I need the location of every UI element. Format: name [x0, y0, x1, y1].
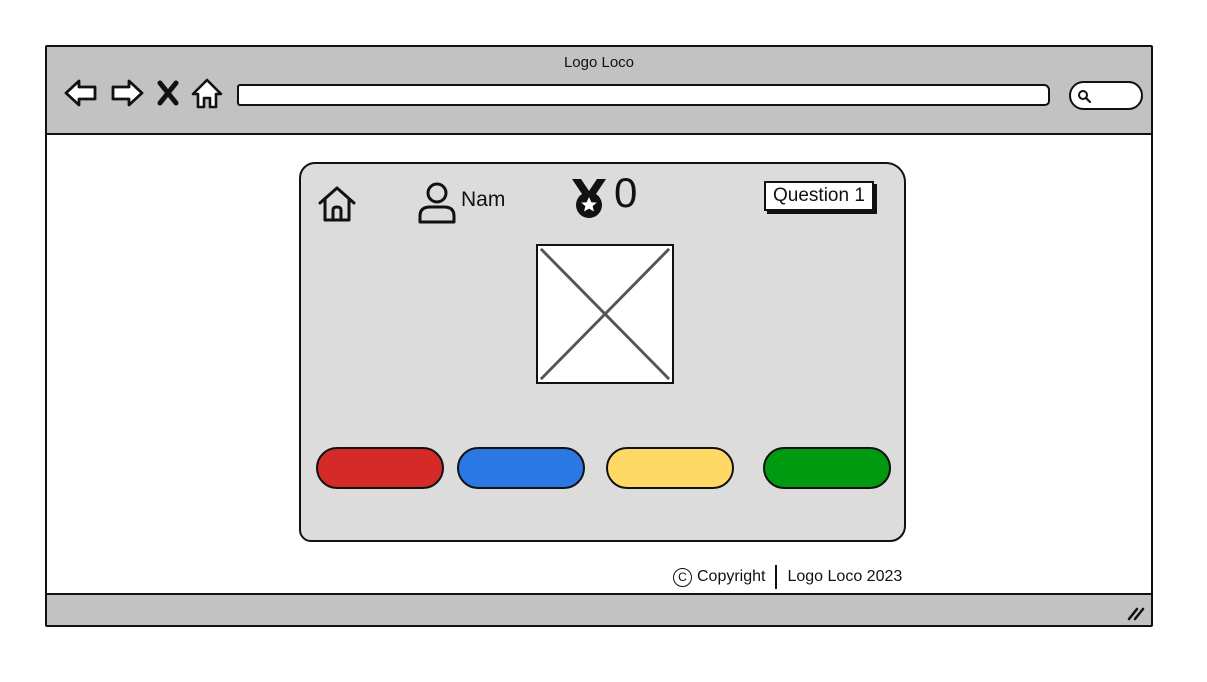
home-icon[interactable] [189, 75, 225, 111]
close-icon[interactable] [153, 75, 183, 111]
address-bar[interactable] [237, 84, 1050, 106]
search-icon [1078, 90, 1091, 103]
footer-divider [775, 565, 778, 589]
copyright-label: Copyright [697, 568, 766, 585]
quiz-card: Nam 0 Question 1 [299, 162, 906, 542]
answer-button-blue[interactable] [457, 447, 585, 489]
user-icon [418, 182, 456, 224]
answer-button-yellow[interactable] [606, 447, 734, 489]
browser-window: Logo Loco Nam 0 Question 1 C Copyright L… [45, 45, 1153, 627]
user-name: Nam [461, 188, 506, 211]
question-label: Question 1 [764, 181, 874, 211]
answer-button-green[interactable] [763, 447, 891, 489]
back-icon[interactable] [63, 75, 99, 111]
search-button[interactable] [1069, 81, 1143, 110]
copyright-icon: C [673, 567, 692, 587]
window-title: Logo Loco [563, 54, 635, 71]
medal-icon [572, 179, 606, 218]
forward-icon[interactable] [109, 75, 145, 111]
status-bar [47, 593, 1151, 625]
footer: C Copyright Logo Loco 2023 [673, 565, 902, 589]
browser-toolbar: Logo Loco [47, 47, 1151, 135]
home-icon[interactable] [315, 182, 359, 226]
answer-button-red[interactable] [316, 447, 444, 489]
score-value: 0 [614, 169, 638, 216]
image-placeholder [536, 244, 674, 384]
image-placeholder-icon [539, 247, 671, 381]
resize-grip-icon[interactable] [1125, 605, 1145, 621]
company-label: Logo Loco 2023 [787, 568, 903, 585]
